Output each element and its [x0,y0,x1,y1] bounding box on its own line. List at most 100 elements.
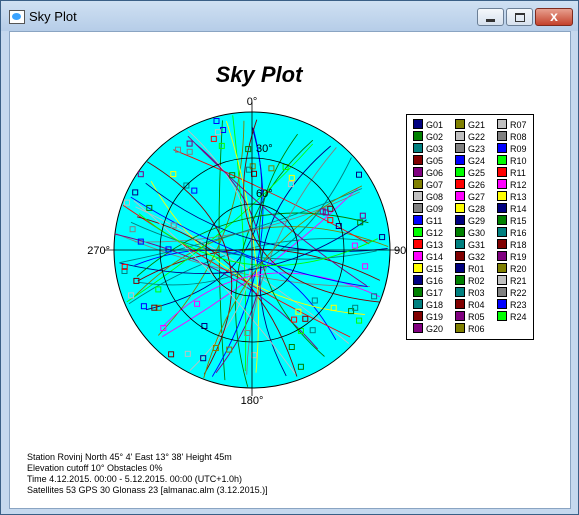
legend-label: G24 [468,156,486,166]
legend-swatch [455,263,465,273]
legend-item-g07: G07 [413,179,443,190]
info-satellites: Satellites 53 GPS 30 Glonass 23 [almanac… [27,485,268,495]
legend-item-g30: G30 [455,227,485,238]
legend-item-g09: G09 [413,203,443,214]
label-ring-30: 30° [256,143,273,155]
close-button[interactable]: x [535,8,573,26]
legend-swatch [413,251,423,261]
legend-label: G11 [426,216,443,226]
legend-label: R20 [510,264,527,274]
legend-swatch [455,287,465,297]
legend-item-g11: G11 [413,215,442,226]
legend-label: R03 [468,288,485,298]
legend-swatch [413,215,423,225]
legend-swatch [455,227,465,237]
legend-swatch [497,155,507,165]
legend-label: G25 [468,168,486,178]
legend-item-r20: R20 [497,263,527,274]
legend-item-r23: R23 [497,299,527,310]
station-info: Station Rovinj North 45° 4' East 13° 38'… [27,452,268,496]
legend-label: R23 [510,300,527,310]
legend-swatch [455,203,465,213]
minimize-button[interactable] [477,8,504,26]
legend-item-r08: R08 [497,131,527,142]
legend-item-r21: R21 [497,275,527,286]
legend-item-r03: R03 [455,287,485,298]
legend-item-g14: G14 [413,251,443,262]
legend-swatch [497,131,507,141]
legend-item-r04: R04 [455,299,485,310]
legend-label: G16 [426,276,444,286]
legend-swatch [413,143,423,153]
legend-item-g17: G17 [413,287,443,298]
legend-item-g25: G25 [455,167,485,178]
plot-area: Sky Plot 0° 180° 270° 90° 30° 60° G01 G02… [9,31,571,509]
legend-swatch [497,143,507,153]
legend-item-r02: R02 [455,275,485,286]
legend-swatch [497,263,507,273]
legend-label: G23 [468,144,486,154]
legend-swatch [413,299,423,309]
legend-swatch [413,263,423,273]
legend-item-r19: R19 [497,251,527,262]
legend-item-r16: R16 [497,227,527,238]
legend-swatch [497,311,507,321]
legend-swatch [455,311,465,321]
legend-item-r09: R09 [497,143,527,154]
legend-item-g27: G27 [455,191,485,202]
legend-swatch [455,131,465,141]
legend-swatch [497,239,507,249]
legend-label: R07 [510,120,527,130]
legend-item-g19: G19 [413,311,443,322]
legend-swatch [497,191,507,201]
legend-item-r10: R10 [497,155,527,166]
legend-label: G20 [426,324,444,334]
label-ring-60: 60° [256,188,273,200]
maximize-button[interactable] [506,8,533,26]
legend-label: R09 [510,144,527,154]
legend-swatch [413,275,423,285]
legend-label: G28 [468,204,486,214]
label-south: 180° [241,395,264,407]
legend-label: G27 [468,192,486,202]
legend-item-g29: G29 [455,215,485,226]
legend-swatch [455,275,465,285]
legend-label: R05 [468,312,485,322]
legend-item-g13: G13 [413,239,443,250]
legend-swatch [413,167,423,177]
legend-label: G32 [468,252,486,262]
legend-label: G14 [426,252,444,262]
legend-swatch [455,299,465,309]
legend-label: G13 [426,240,444,250]
legend-swatch [413,323,423,333]
legend-swatch [497,299,507,309]
legend-label: G29 [468,216,486,226]
legend-item-r18: R18 [497,239,527,250]
window-title: Sky Plot [29,9,77,24]
legend-label: G19 [426,312,444,322]
legend-item-r12: R12 [497,179,527,190]
legend-swatch [413,155,423,165]
legend-item-g15: G15 [413,263,443,274]
legend-item-g03: G03 [413,143,443,154]
legend-item-r07: R07 [497,119,527,130]
legend-item-g26: G26 [455,179,485,190]
legend-swatch [455,191,465,201]
legend-label: G07 [426,180,444,190]
legend-label: G30 [468,228,486,238]
legend-label: R06 [468,324,485,334]
legend-item-r24: R24 [497,311,527,322]
legend-item-r13: R13 [497,191,527,202]
legend-swatch [497,215,507,225]
legend-swatch [497,251,507,261]
info-elevation: Elevation cutoff 10° Obstacles 0% [27,463,163,473]
legend-item-g20: G20 [413,323,443,334]
legend-label: R16 [510,228,527,238]
legend-label: G01 [426,120,444,130]
legend-label: G31 [468,240,486,250]
legend-swatch [455,179,465,189]
legend-item-r11: R11 [497,167,526,178]
legend-item-g01: G01 [413,119,443,130]
title-bar[interactable]: Sky Plot x [1,1,578,31]
legend-swatch [497,167,507,177]
